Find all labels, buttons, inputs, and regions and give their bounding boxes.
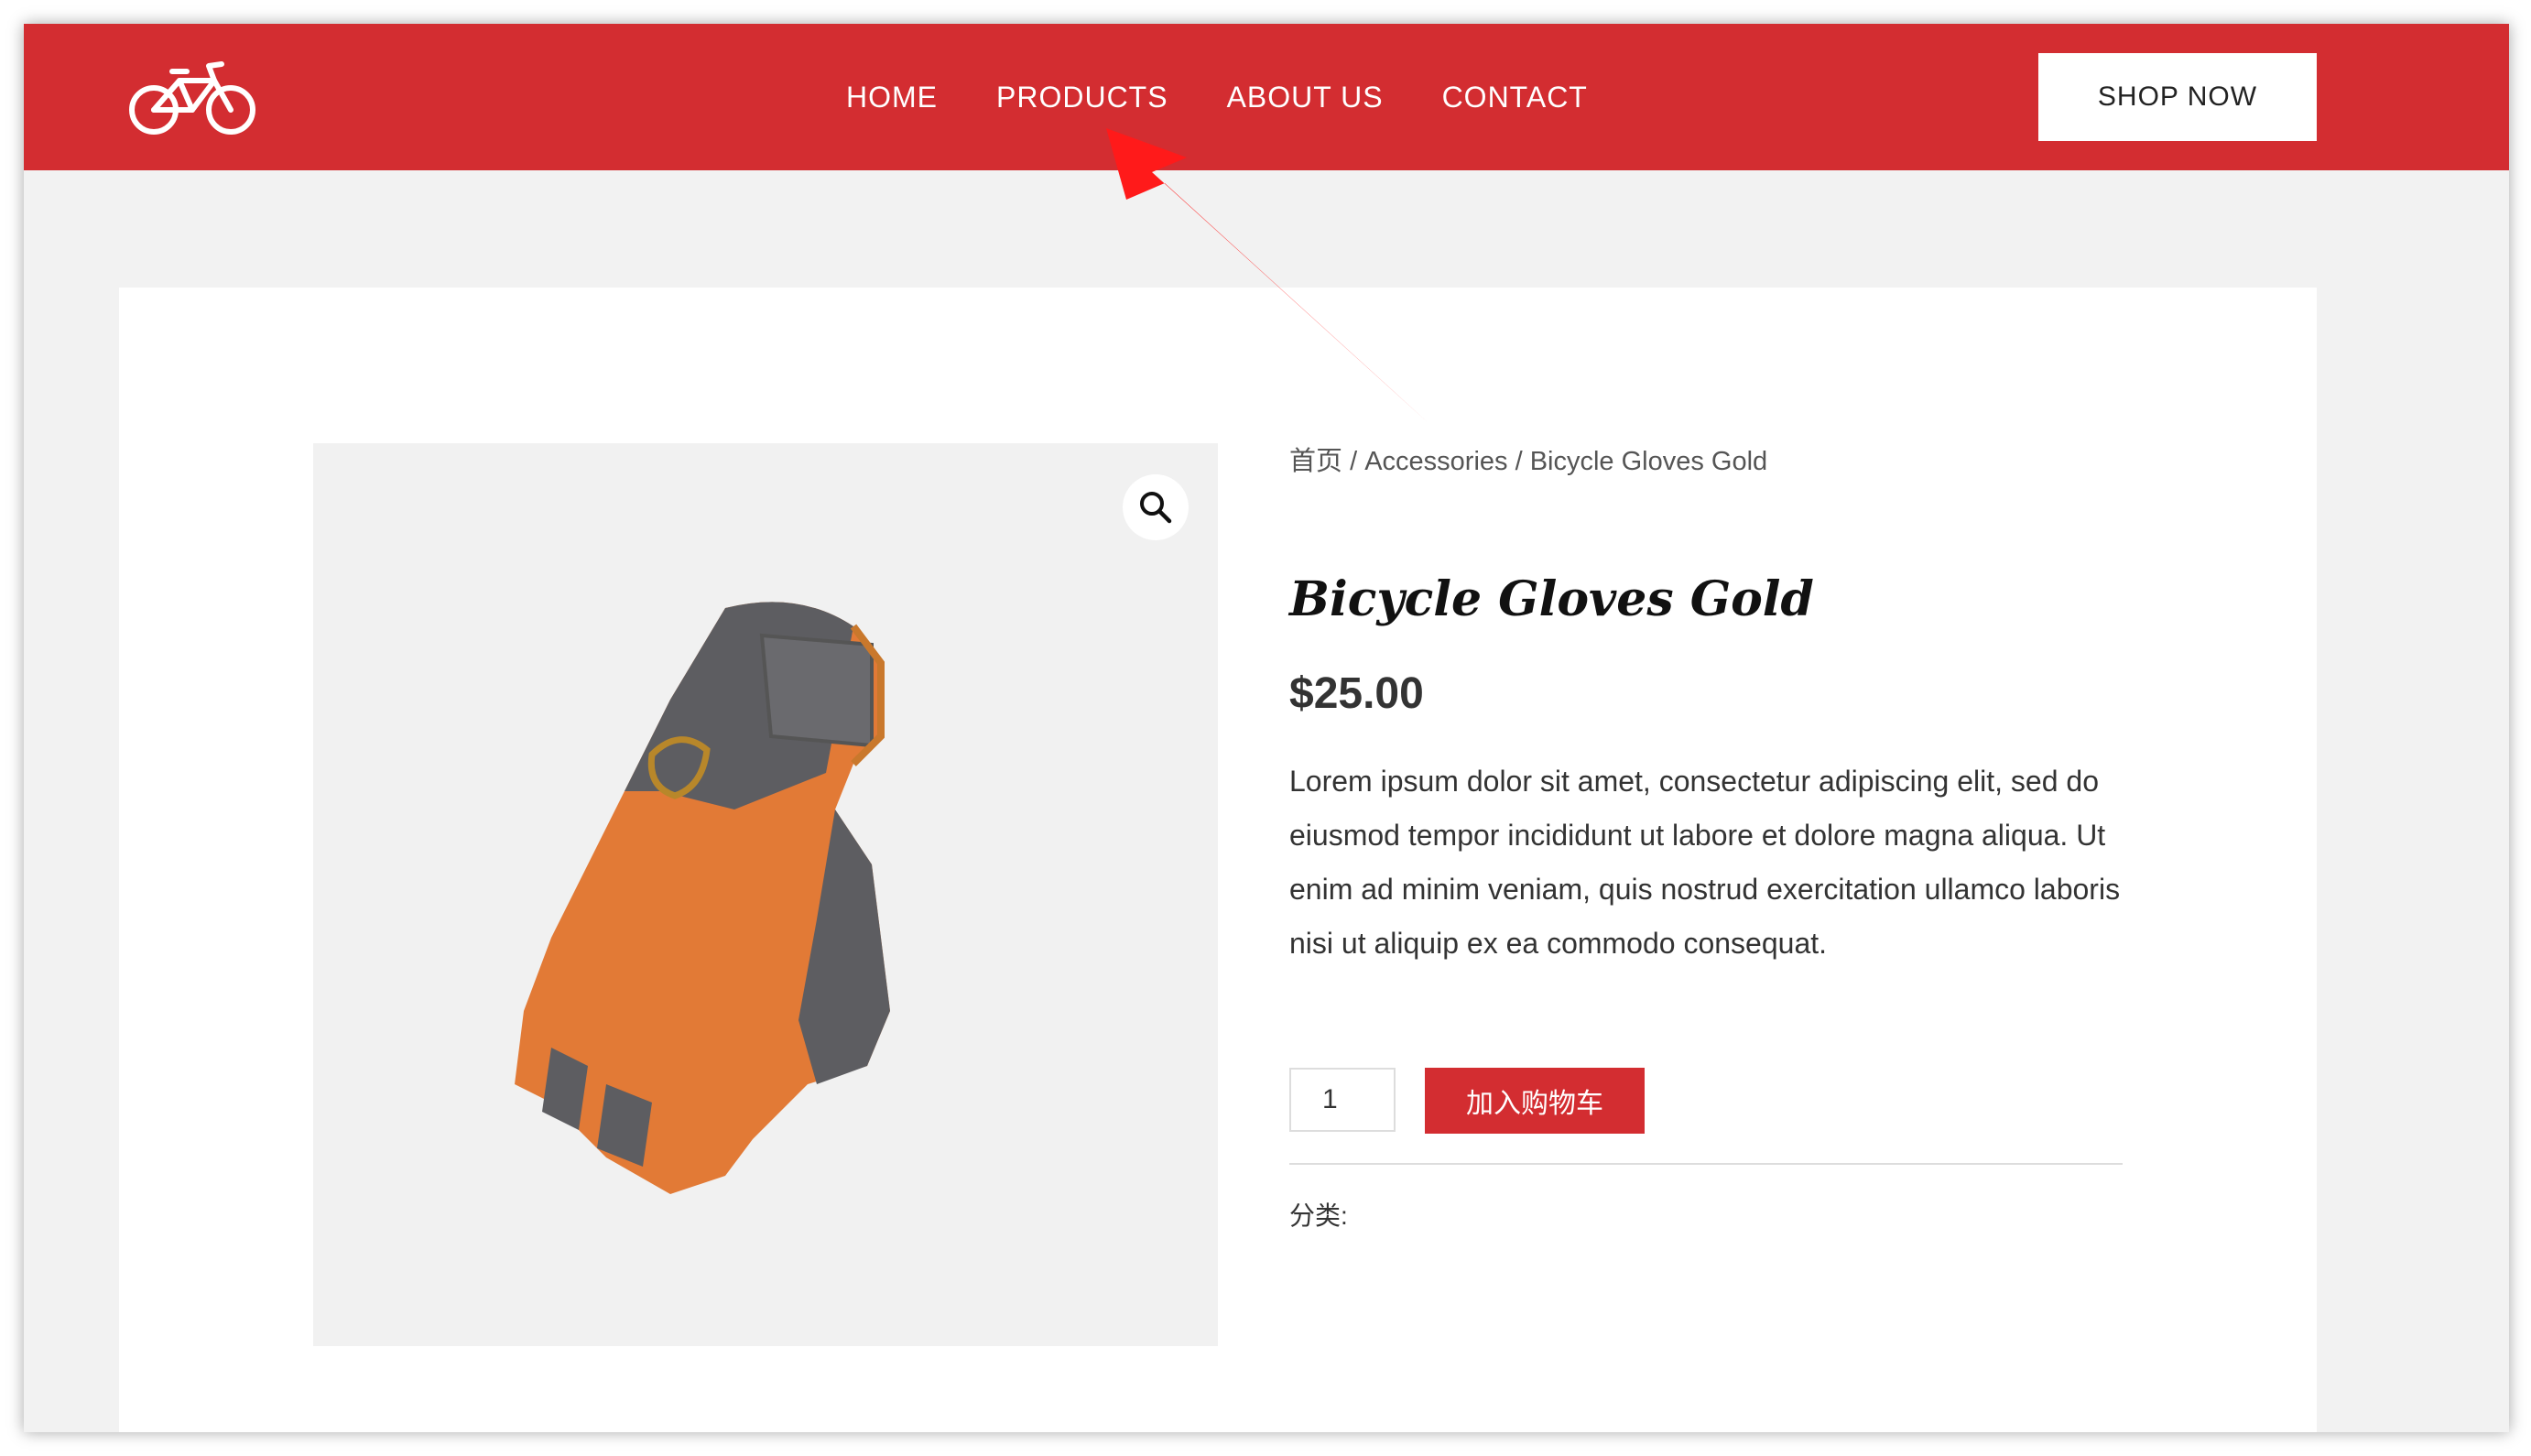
breadcrumb-separator: /	[1507, 447, 1530, 476]
magnifier-icon	[1140, 492, 1172, 524]
zoom-button[interactable]	[1123, 474, 1189, 540]
product-card: 首页 / Accessories / Bicycle Gloves Gold B…	[119, 288, 2317, 1432]
nav-contact[interactable]: CONTACT	[1442, 81, 1588, 114]
nav-about-us[interactable]: ABOUT US	[1227, 81, 1384, 114]
main-nav: HOME PRODUCTS ABOUT US CONTACT	[846, 70, 1588, 125]
product-gallery	[313, 443, 1218, 1346]
nav-products[interactable]: PRODUCTS	[996, 81, 1168, 114]
quantity-input[interactable]: 1	[1289, 1068, 1396, 1132]
breadcrumb-current: Bicycle Gloves Gold	[1529, 447, 1768, 476]
divider	[1289, 1163, 2123, 1165]
product-description: Lorem ipsum dolor sit amet, consectetur …	[1289, 765, 2121, 960]
site-header: HOME PRODUCTS ABOUT US CONTACT SHOP NOW	[24, 24, 2509, 170]
product-summary: 首页 / Accessories / Bicycle Gloves Gold B…	[1289, 443, 2123, 1230]
product-title: Bicycle Gloves Gold	[1289, 571, 1814, 627]
product-price: $25.00	[1289, 669, 1424, 718]
browser-viewport: HOME PRODUCTS ABOUT US CONTACT SHOP NOW	[24, 24, 2509, 1432]
breadcrumb: 首页 / Accessories / Bicycle Gloves Gold	[1289, 443, 2123, 480]
product-image[interactable]	[496, 590, 1046, 1194]
category-label: 分类:	[1289, 1201, 1348, 1230]
breadcrumb-home[interactable]: 首页	[1289, 447, 1342, 476]
breadcrumb-category[interactable]: Accessories	[1364, 447, 1507, 476]
breadcrumb-separator: /	[1342, 447, 1365, 476]
add-to-cart-button[interactable]: 加入购物车	[1425, 1068, 1645, 1134]
shop-now-button[interactable]: SHOP NOW	[2038, 53, 2317, 141]
nav-home[interactable]: HOME	[846, 81, 938, 114]
bicycle-logo-icon[interactable]	[126, 53, 258, 141]
